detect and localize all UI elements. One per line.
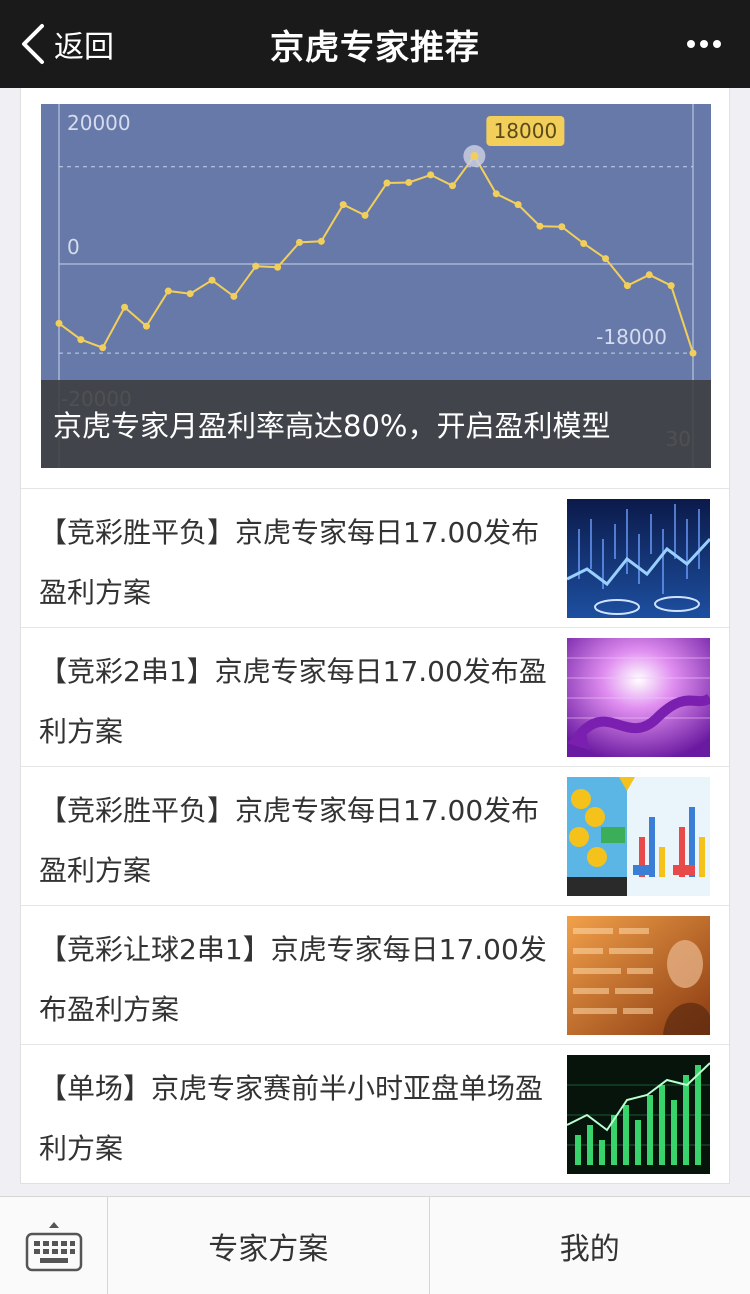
purple-arrow-chart-thumb xyxy=(567,638,710,757)
tab-expert-plans[interactable]: 专家方案 xyxy=(108,1197,429,1294)
chart-highlight-dot xyxy=(470,152,479,160)
chart-point xyxy=(295,238,303,246)
list-item[interactable]: 【竞彩让球2串1】京虎专家每日17.00发布盈利方案 xyxy=(21,905,729,1044)
chart-point xyxy=(405,178,413,186)
list-item[interactable]: 【竞彩胜平负】京虎专家每日17.00发布盈利方案 xyxy=(21,488,729,627)
keyboard-toggle-button[interactable] xyxy=(0,1197,108,1294)
list-item[interactable]: 【竞彩2串1】京虎专家每日17.00发布盈利方案 xyxy=(21,627,729,766)
list-item[interactable]: 【单场】京虎专家赛前半小时亚盘单场盈利方案 xyxy=(21,1044,729,1183)
chart-point xyxy=(667,282,675,290)
chevron-left-icon xyxy=(22,24,44,64)
chart-point xyxy=(274,263,282,271)
green-candlestick-thumb xyxy=(567,1055,710,1174)
article-title: 【竞彩胜平负】京虎专家每日17.00发布盈利方案 xyxy=(39,794,540,887)
chart-point xyxy=(339,201,347,209)
chart-point xyxy=(427,171,435,179)
chart-series-line xyxy=(58,154,694,354)
y-tick-label: 20000 xyxy=(67,111,131,135)
infographic-coins-thumb xyxy=(567,777,710,896)
navbar: 返回 京虎专家推荐 xyxy=(0,0,750,88)
stock-chart-blue-thumb xyxy=(567,499,710,618)
article-title: 【竞彩2串1】京虎专家每日17.00发布盈利方案 xyxy=(39,655,547,748)
chart-point xyxy=(536,222,544,230)
chart-point xyxy=(361,211,369,219)
chart-point xyxy=(514,201,522,209)
chart-point xyxy=(558,223,566,231)
chart-point xyxy=(623,282,631,290)
chart-point xyxy=(689,349,697,357)
chart-point xyxy=(99,344,107,352)
chart-highlight-label: 18000 xyxy=(494,119,558,143)
chart-point xyxy=(383,179,391,187)
list-item[interactable]: 【竞彩胜平负】京虎专家每日17.00发布盈利方案 xyxy=(21,766,729,905)
chart-point xyxy=(230,292,238,300)
article-title: 【单场】京虎专家赛前半小时亚盘单场盈利方案 xyxy=(39,1072,544,1165)
chart-point xyxy=(208,276,216,284)
orange-ticker-board-thumb xyxy=(567,916,710,1035)
back-label: 返回 xyxy=(54,30,114,65)
chart-point xyxy=(142,322,150,330)
keyboard-icon xyxy=(25,1222,82,1272)
chart-point xyxy=(252,262,260,270)
content-card: 200000-18000-2000030 18000 京虎专家月盈利率高达80%… xyxy=(20,88,730,1184)
article-title: 【竞彩让球2串1】京虎专家每日17.00发布盈利方案 xyxy=(39,933,547,1026)
more-button[interactable] xyxy=(676,0,732,88)
article-title: 【竞彩胜平负】京虎专家每日17.00发布盈利方案 xyxy=(39,516,540,609)
chart-point xyxy=(449,182,457,190)
chart-point xyxy=(645,271,653,279)
chart-point xyxy=(121,303,129,311)
y-tick-label: 0 xyxy=(67,235,80,259)
back-button[interactable]: 返回 xyxy=(18,0,114,88)
bottom-tab-bar: 专家方案 我的 xyxy=(0,1196,750,1294)
banner[interactable]: 200000-18000-2000030 18000 京虎专家月盈利率高达80%… xyxy=(41,104,711,468)
article-list: 【竞彩胜平负】京虎专家每日17.00发布盈利方案 【竞彩2串1】京虎专家每日17… xyxy=(21,488,729,1183)
chart-point xyxy=(55,319,63,327)
chart-point xyxy=(77,336,85,344)
chart-point xyxy=(492,190,500,198)
chart-point xyxy=(580,239,588,247)
y-tick-label: -18000 xyxy=(596,325,667,349)
page-title: 京虎专家推荐 xyxy=(270,27,480,68)
chart-point xyxy=(186,290,194,298)
chart-point xyxy=(317,237,325,245)
chart-point xyxy=(602,255,610,263)
banner-caption: 京虎专家月盈利率高达80%，开启盈利模型 xyxy=(41,380,711,468)
more-dots-icon xyxy=(687,40,721,48)
chart-point xyxy=(164,287,172,295)
page: 返回 京虎专家推荐 200000-18000-2000030 18000 京虎专… xyxy=(0,0,750,1294)
tab-mine[interactable]: 我的 xyxy=(428,1197,750,1294)
